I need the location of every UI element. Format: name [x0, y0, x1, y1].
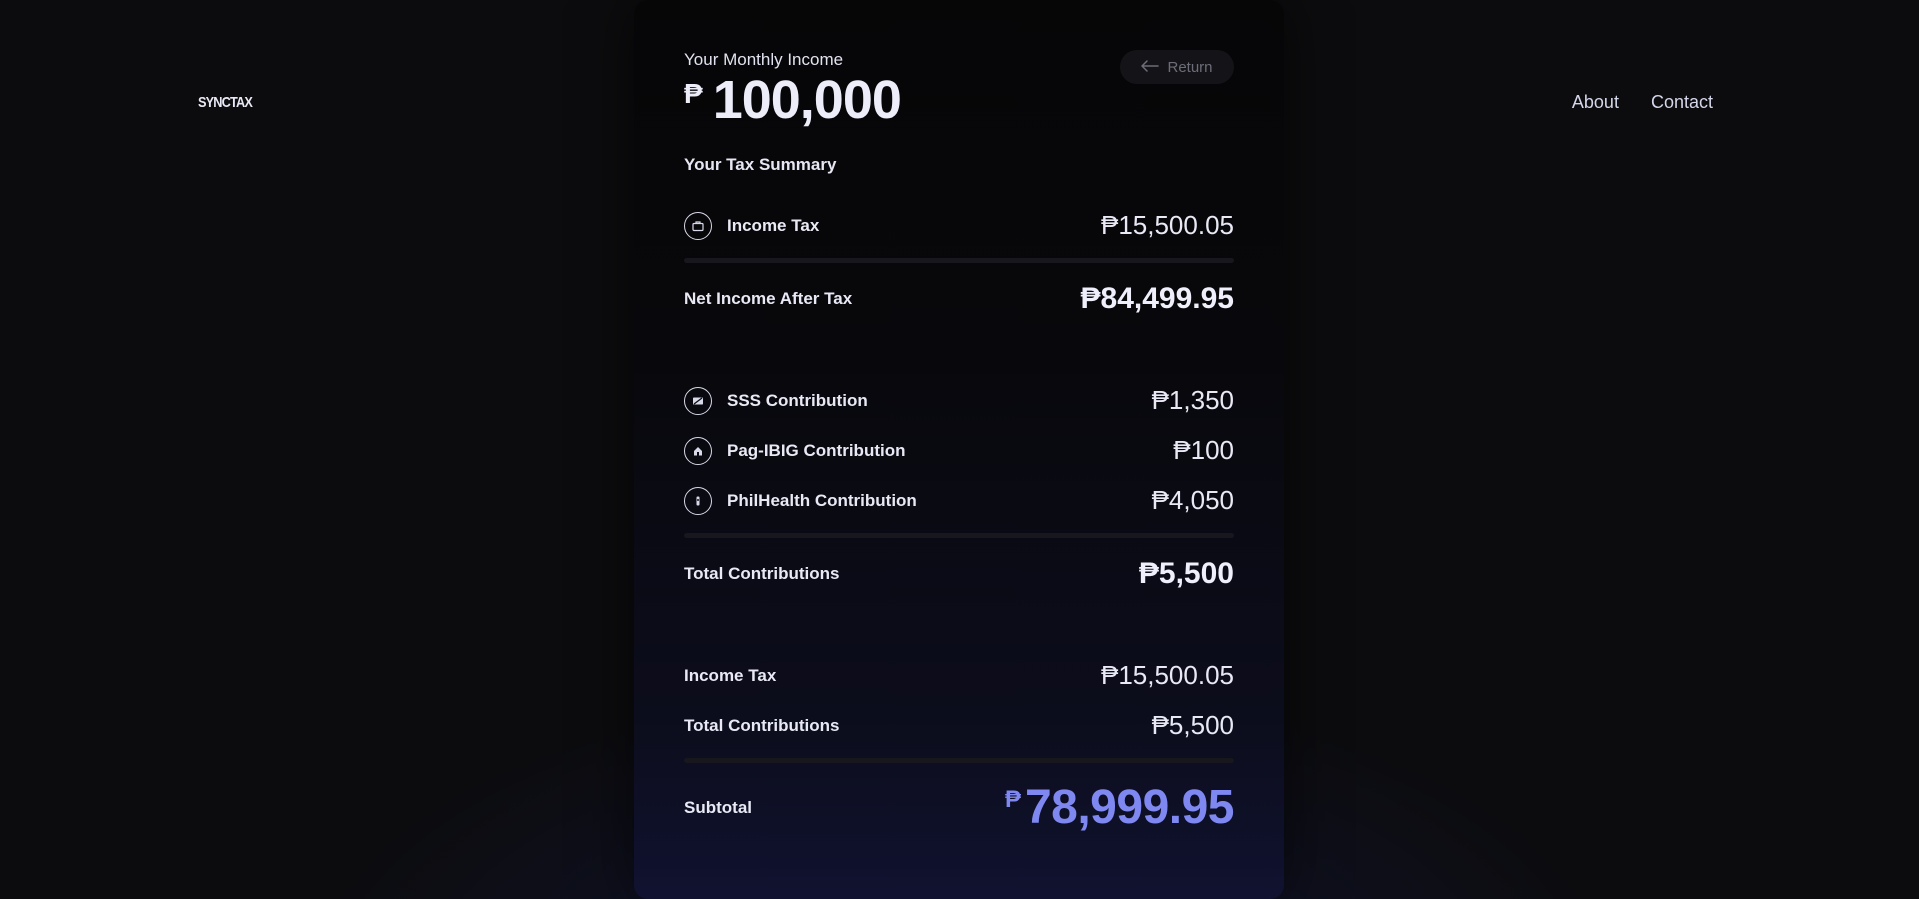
contribution-row-pagibig: Pag-IBIG Contribution ₱100 [684, 435, 1234, 466]
divider [684, 533, 1234, 538]
currency-symbol: ₱ [684, 78, 703, 109]
return-label: Return [1167, 58, 1213, 76]
philhealth-label: PhilHealth Contribution [727, 490, 917, 510]
monthly-income-value: 100,000 [712, 70, 902, 130]
monthly-income-label: Your Monthly Income [684, 50, 844, 69]
income-tax-label: Income Tax [727, 215, 820, 235]
home-icon [684, 436, 712, 465]
page: SYNCTAX About Contact Your Monthly Incom… [0, 0, 1919, 899]
subtotal-amount: ₱ 78,999.95 [1004, 781, 1235, 834]
income-tax-value: ₱15,500.05 [1100, 210, 1234, 240]
totals-contributions-row: Total Contributions ₱5,500 [684, 710, 1234, 741]
totals-income-tax-value: ₱15,500.05 [1100, 660, 1234, 690]
subtotal-label: Subtotal [684, 798, 752, 817]
subtotal-value: 78,999.95 [1024, 781, 1235, 834]
health-icon [684, 486, 712, 515]
sss-label: SSS Contribution [727, 390, 868, 410]
divider [684, 758, 1234, 763]
nav-link-about[interactable]: About [1572, 92, 1619, 113]
totals-income-tax-row: Income Tax ₱15,500.05 [684, 660, 1234, 691]
totals-contributions-label: Total Contributions [684, 715, 840, 735]
nav-links: About Contact [1572, 92, 1713, 113]
contribution-row-philhealth: PhilHealth Contribution ₱4,050 [684, 485, 1234, 516]
tax-summary-title: Your Tax Summary [684, 155, 837, 174]
net-income-label: Net Income After Tax [684, 289, 853, 308]
nav-link-contact[interactable]: Contact [1651, 92, 1713, 113]
divider [684, 258, 1234, 263]
tax-summary-card: Your Monthly Income ₱ 100,000 Return You… [634, 0, 1284, 899]
total-contributions-value: ₱5,500 [1138, 557, 1234, 590]
philhealth-value: ₱4,050 [1151, 485, 1234, 515]
subtotal-row: Subtotal ₱ 78,999.95 [684, 781, 1235, 834]
totals-income-tax-label: Income Tax [684, 665, 777, 685]
monthly-income-amount: ₱ 100,000 [684, 70, 902, 130]
total-contributions-row: Total Contributions ₱5,500 [684, 557, 1234, 591]
logo[interactable]: SYNCTAX [198, 94, 253, 111]
sss-value: ₱1,350 [1151, 385, 1234, 415]
contribution-row-sss: SSS Contribution ₱1,350 [684, 385, 1234, 416]
subtotal-currency-symbol: ₱ [1004, 786, 1021, 813]
card-icon [684, 386, 712, 415]
pagibig-value: ₱100 [1173, 435, 1234, 465]
pagibig-label: Pag-IBIG Contribution [727, 440, 906, 460]
arrow-left-icon [1141, 59, 1160, 76]
totals-contributions-value: ₱5,500 [1151, 710, 1234, 740]
briefcase-icon [684, 211, 712, 240]
return-button[interactable]: Return [1120, 50, 1234, 84]
total-contributions-label: Total Contributions [684, 564, 840, 583]
net-income-value: ₱84,499.95 [1080, 282, 1234, 315]
net-income-row: Net Income After Tax ₱84,499.95 [684, 282, 1234, 316]
income-tax-row: Income Tax ₱15,500.05 [684, 210, 1234, 241]
